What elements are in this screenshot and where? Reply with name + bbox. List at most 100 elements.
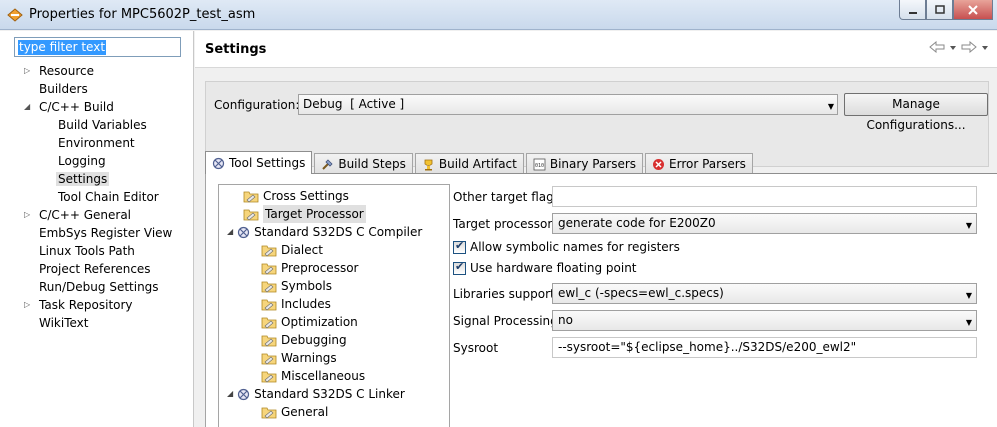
tool-item-preprocessor[interactable]: Preprocessor [261,259,358,277]
nav-item-environment[interactable]: Environment [58,134,135,152]
tool-settings-icon [238,226,250,238]
nav-item-build-variables[interactable]: Build Variables [58,116,147,134]
nav-item-label: C/C++ Build [39,100,114,114]
nav-item-task-repository[interactable]: ▷ Task Repository [24,296,133,314]
nav-item-cpp-build[interactable]: ◢ C/C++ Build [24,98,114,116]
tool-item-miscellaneous[interactable]: Miscellaneous [261,367,365,385]
settings-folder-icon [261,371,277,383]
back-menu-icon[interactable] [949,41,957,53]
manage-configurations-button[interactable]: Manage Configurations... [844,93,988,132]
back-arrow-icon[interactable] [929,41,945,53]
tool-item-label: Includes [281,297,331,311]
tool-item-includes[interactable]: Includes [261,295,331,313]
nav-item-label: Builders [39,82,88,96]
collapse-icon[interactable]: ◢ [227,385,233,403]
forward-arrow-icon[interactable] [961,41,977,53]
expand-icon[interactable]: ▷ [24,296,34,314]
symbolic-names-checkbox[interactable] [453,239,466,254]
nav-item-project-references[interactable]: Project References [39,260,151,278]
nav-item-logging[interactable]: Logging [58,152,106,170]
settings-folder-icon [243,209,259,221]
svg-text:010: 010 [535,163,544,169]
binary-parsers-icon: 010 [533,158,546,170]
nav-item-label: Project References [39,262,151,276]
tool-item-debugging[interactable]: Debugging [261,331,347,349]
libraries-support-value: ewl_c (-specs=ewl_c.specs) [558,286,724,300]
hw-float-checkbox-row[interactable]: Use hardware floating point [453,260,637,275]
maximize-button[interactable] [926,0,953,20]
symbolic-names-label: Allow symbolic names for registers [470,240,680,254]
nav-item-builders[interactable]: Builders [39,80,88,98]
nav-item-label: Linux Tools Path [39,244,135,258]
window-title: Properties for MPC5602P_test_asm [29,7,256,22]
dropdown-arrow-icon: ▼ [827,102,834,111]
tool-item-warnings[interactable]: Warnings [261,349,337,367]
nav-item-linux-tools-path[interactable]: Linux Tools Path [39,242,135,260]
maximize-icon [934,4,945,14]
page-title: Settings [205,42,267,57]
hw-float-checkbox[interactable] [453,260,466,275]
tool-item-label: Standard S32DS C Linker [254,387,405,401]
tab-build-artifact[interactable]: Build Artifact [414,153,524,174]
configuration-select[interactable]: Debug [ Active ] ▼ [298,94,838,115]
forward-menu-icon[interactable] [981,41,989,53]
build-steps-icon [322,158,333,170]
tab-binary-parsers[interactable]: 010 Binary Parsers [525,153,644,174]
tool-item-symbols[interactable]: Symbols [261,277,332,295]
tab-build-steps[interactable]: Build Steps [314,153,413,174]
nav-item-resource[interactable]: ▷ Resource [24,62,94,80]
eclipse-app-icon [7,8,23,22]
tool-item-label: Symbols [281,279,332,293]
expand-icon[interactable]: ▷ [24,206,34,224]
nav-item-run-debug-settings[interactable]: Run/Debug Settings [39,278,159,296]
tool-item-target-processor[interactable]: Target Processor [243,205,366,223]
nav-item-settings[interactable]: Settings [56,170,110,188]
minimize-button[interactable] [899,0,926,20]
tool-item-general[interactable]: General [261,403,328,421]
tab-tool-settings[interactable]: Tool Settings [205,151,313,174]
signal-processing-label: Signal Processing [453,314,558,328]
target-processor-select[interactable]: generate code for E200Z0 ▼ [552,213,977,234]
property-nav-panel: type filter text ▷ Resource Builders ◢ C/C… [0,31,194,427]
symbolic-names-checkbox-row[interactable]: Allow symbolic names for registers [453,239,680,254]
collapse-icon[interactable]: ◢ [227,223,233,241]
expand-icon[interactable]: ▷ [24,62,34,80]
nav-item-label: Build Variables [58,118,147,132]
tool-settings-content: Cross Settings Target Processor ◢ Standa… [205,173,997,427]
tab-error-parsers[interactable]: Error Parsers [645,153,753,174]
tool-item-optimization[interactable]: Optimization [261,313,358,331]
tool-item-dialect[interactable]: Dialect [261,241,323,259]
settings-folder-icon [261,317,277,329]
settings-folder-icon [243,191,259,203]
tool-item-compiler[interactable]: ◢ Standard S32DS C Compiler [227,223,422,241]
other-target-flags-input[interactable] [552,186,977,207]
tab-label: Error Parsers [669,157,746,171]
nav-item-label: WikiText [39,316,89,330]
nav-item-wikitext[interactable]: WikiText [39,314,89,332]
tool-item-label: Target Processor [263,205,366,223]
close-icon [968,4,978,15]
libraries-support-select[interactable]: ewl_c (-specs=ewl_c.specs) ▼ [552,283,977,304]
signal-processing-select[interactable]: no ▼ [552,310,977,331]
nav-item-label: Tool Chain Editor [58,190,159,204]
collapse-icon[interactable]: ◢ [24,98,34,116]
nav-item-cpp-general[interactable]: ▷ C/C++ General [24,206,131,224]
tab-label: Build Steps [338,157,406,171]
nav-item-embsys-register-view[interactable]: EmbSys Register View [39,224,172,242]
tool-item-label: General [281,405,329,419]
tool-item-linker[interactable]: ◢ Standard S32DS C Linker [227,385,405,403]
close-button[interactable] [953,0,993,20]
filter-field[interactable]: type filter text [14,37,181,57]
nav-item-label: Settings [56,172,110,186]
settings-folder-icon [261,407,277,419]
libraries-support-label: Libraries support [453,287,555,301]
tool-settings-icon [212,157,225,169]
tool-item-label: Warnings [281,351,337,365]
nav-item-label: Task Repository [39,298,133,312]
settings-page: Settings Configuration: Debug [ Active ]… [195,31,997,427]
tool-item-cross-settings[interactable]: Cross Settings [243,187,349,205]
configuration-value: Debug [ Active ] [303,97,405,111]
sysroot-input[interactable]: --sysroot="${eclipse_home}../S32DS/e200_… [552,337,977,358]
nav-item-tool-chain-editor[interactable]: Tool Chain Editor [58,188,159,206]
tool-settings-tree: Cross Settings Target Processor ◢ Standa… [218,184,450,427]
